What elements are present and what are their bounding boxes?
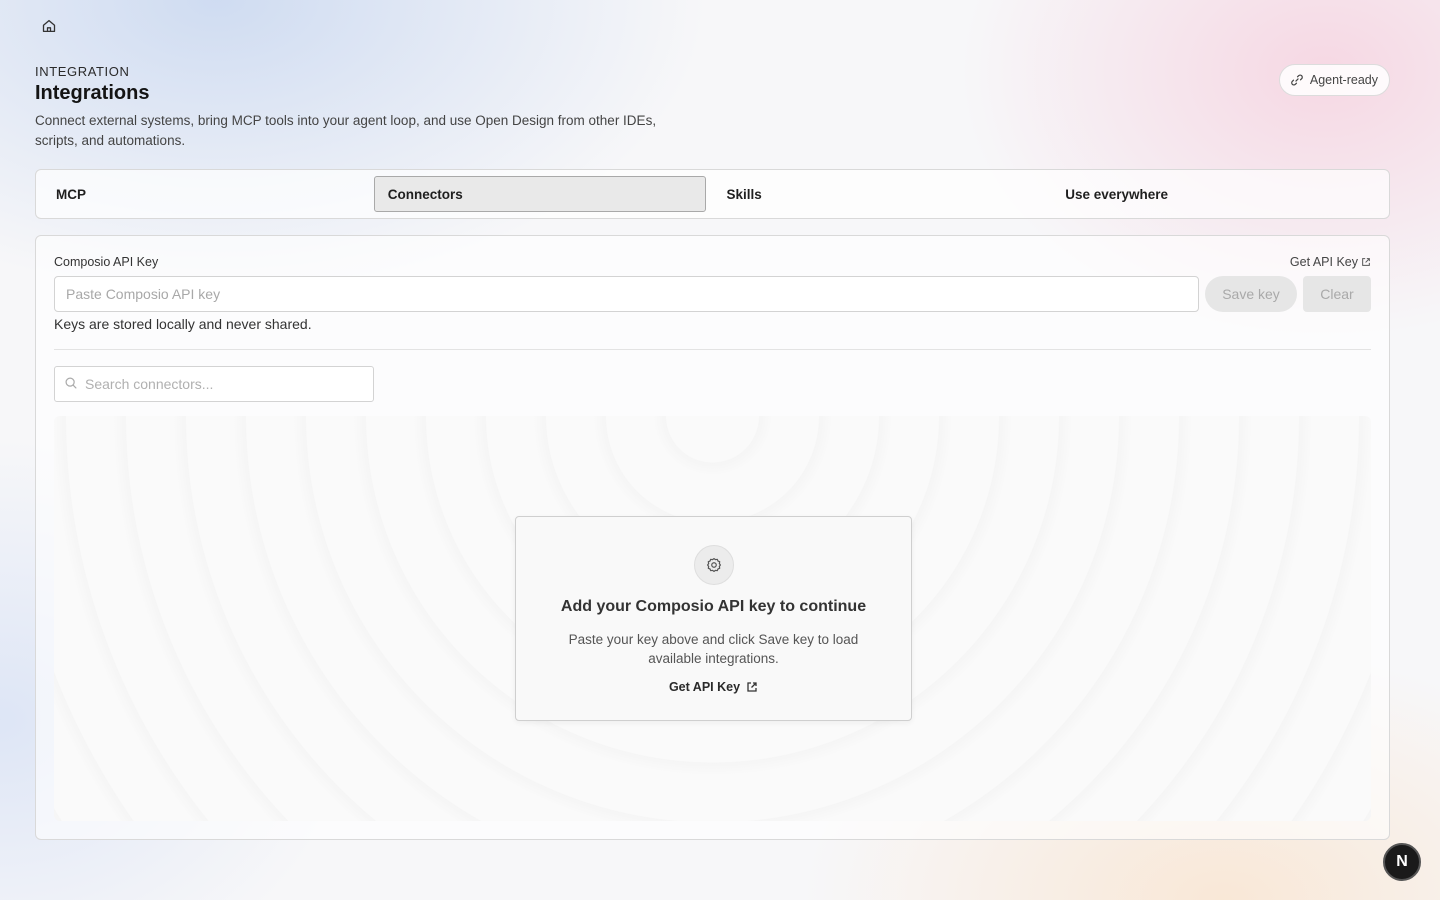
tab-connectors[interactable]: Connectors (373, 176, 706, 212)
api-key-label: Composio API Key (54, 255, 159, 269)
empty-state-description: Paste your key above and click Save key … (568, 632, 859, 666)
home-icon (42, 19, 56, 33)
app-badge-button[interactable]: N (1383, 843, 1421, 881)
clear-button[interactable]: Clear (1303, 276, 1371, 312)
connectors-panel: Composio API Key Get API Key Save key Cl… (35, 235, 1390, 840)
agent-ready-label: Agent-ready (1309, 73, 1378, 87)
divider (54, 349, 1371, 350)
home-button[interactable] (36, 13, 62, 39)
page-title: Integrations (35, 82, 150, 104)
page-subtitle: Connect external systems, bring MCP tool… (35, 113, 657, 148)
tab-skills[interactable]: Skills (706, 176, 1045, 212)
tab-use-everywhere[interactable]: Use everywhere (1044, 176, 1383, 212)
tab-bar: MCP Connectors Skills Use everywhere (35, 169, 1390, 219)
external-link-icon (1362, 258, 1370, 266)
page-header: INTEGRATION Integrations Connect externa… (35, 64, 715, 151)
gear-icon-container (694, 545, 734, 585)
empty-state-title: Add your Composio API key to continue (560, 598, 867, 615)
agent-ready-badge[interactable]: Agent-ready (1278, 64, 1390, 96)
external-link-icon (747, 682, 757, 692)
connector-list-area: Add your Composio API key to continue Pa… (54, 416, 1371, 821)
empty-state-get-api-key-link[interactable]: Get API Key (516, 680, 911, 694)
tab-mcp[interactable]: MCP (42, 176, 374, 212)
save-key-button[interactable]: Save key (1205, 276, 1297, 312)
empty-state-link-label: Get API Key (668, 680, 741, 694)
get-api-key-link[interactable]: Get API Key (1290, 255, 1371, 269)
gear-icon (707, 558, 721, 572)
api-key-hint: Keys are stored locally and never shared… (54, 316, 312, 332)
search-icon (65, 377, 77, 389)
get-api-key-link-label: Get API Key (1289, 255, 1358, 269)
search-connectors-input[interactable] (55, 367, 373, 401)
connector-search (54, 366, 374, 402)
api-key-input[interactable] (54, 276, 1199, 312)
page-eyebrow: INTEGRATION (35, 64, 130, 79)
link-icon (1291, 74, 1303, 86)
empty-state-card: Add your Composio API key to continue Pa… (515, 516, 912, 721)
